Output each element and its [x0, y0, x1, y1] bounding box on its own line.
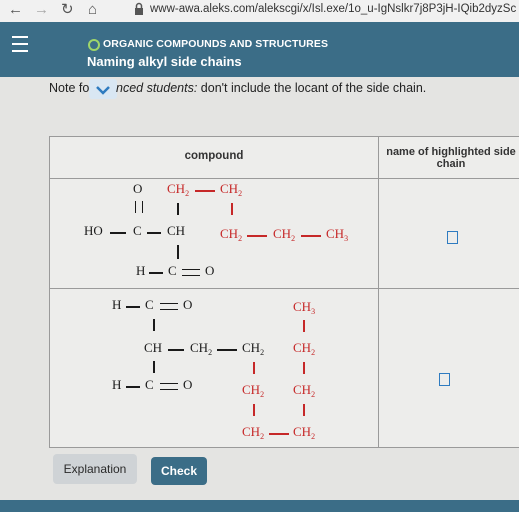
home-icon[interactable]: ⌂ — [88, 1, 97, 19]
note-prefix: Note fo — [49, 81, 90, 95]
explanation-button[interactable]: Explanation — [53, 454, 137, 484]
topic-title: ORGANIC COMPOUNDS AND STRUCTURES — [103, 38, 329, 50]
compound-table: compound name of highlighted side chain … — [49, 136, 519, 448]
forward-arrow-icon[interactable]: → — [34, 1, 49, 19]
side-chain-answer-input-1[interactable] — [447, 231, 458, 244]
column-header-compound: compound — [184, 150, 244, 162]
check-button[interactable]: Check — [151, 457, 207, 485]
lock-icon — [135, 2, 143, 15]
app-header: ORGANIC COMPOUNDS AND STRUCTURES Naming … — [0, 22, 519, 77]
collapse-toggle-button[interactable] — [89, 79, 117, 99]
address-bar[interactable]: www-awa.aleks.com/alekscgi/x/Isl.exe/1o_… — [150, 3, 516, 15]
chevron-down-icon — [96, 86, 110, 95]
reload-icon[interactable]: ↻ — [61, 1, 74, 19]
topic-status-icon — [88, 39, 100, 51]
lesson-title: Naming alkyl side chains — [87, 54, 242, 69]
browser-bar: ← → ↻ ⌂ www-awa.aleks.com/alekscgi/x/Isl… — [0, 0, 519, 23]
column-header-side-chain: name of highlighted side chain — [386, 146, 516, 170]
side-chain-answer-input-2[interactable] — [439, 373, 450, 386]
menu-icon[interactable] — [12, 36, 28, 57]
bottom-bar — [0, 500, 519, 512]
back-arrow-icon[interactable]: ← — [8, 1, 23, 19]
note-text: nced students: don't include the locant … — [116, 81, 427, 95]
